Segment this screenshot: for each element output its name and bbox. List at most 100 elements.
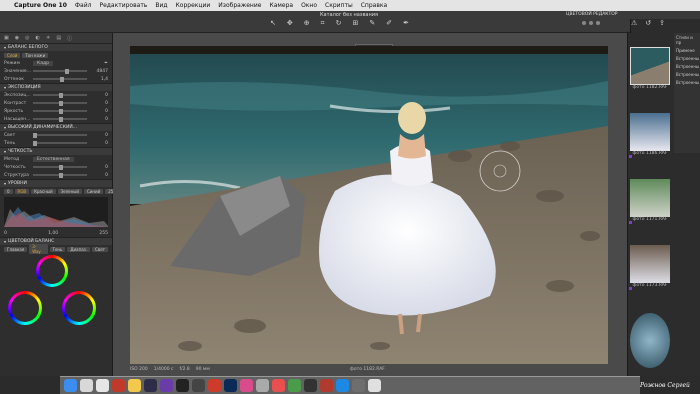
chrome-icon[interactable] bbox=[128, 379, 141, 392]
menu-file[interactable]: Файл bbox=[75, 2, 92, 9]
structure-value[interactable]: 0 bbox=[90, 173, 108, 178]
color-tab-icon[interactable]: ◐ bbox=[35, 35, 39, 41]
styles-applied[interactable]: Примене bbox=[676, 48, 699, 53]
app-icon[interactable] bbox=[208, 379, 221, 392]
styles-builtin-1[interactable]: Встроенны bbox=[676, 56, 699, 61]
brightness-slider[interactable] bbox=[33, 108, 87, 114]
section-hdr[interactable]: ВЫСОКИЙ ДИНАМИЧЕСКИЙ... bbox=[0, 123, 112, 131]
messages-icon[interactable] bbox=[288, 379, 301, 392]
preferences-icon[interactable] bbox=[352, 379, 365, 392]
levels-gamma-value[interactable]: 1,00 bbox=[48, 231, 58, 236]
safari-icon[interactable] bbox=[96, 379, 109, 392]
wb-kelvin-slider[interactable] bbox=[33, 68, 87, 74]
menu-edit[interactable]: Редактировать bbox=[99, 2, 147, 9]
wb-tint-value[interactable]: 1,4 bbox=[90, 77, 108, 82]
meta-tab-icon[interactable]: ⓘ bbox=[67, 35, 72, 42]
wb-tint-slider[interactable] bbox=[33, 76, 87, 82]
color-wheel-shadows[interactable] bbox=[8, 291, 42, 325]
help-icon[interactable] bbox=[256, 379, 269, 392]
keystone-tool-icon[interactable]: ⊞ bbox=[352, 19, 358, 28]
brush-tool-icon[interactable]: ✎ bbox=[369, 19, 375, 28]
menu-view[interactable]: Вид bbox=[155, 2, 167, 9]
menu-help[interactable]: Справка bbox=[361, 2, 387, 9]
contrast-value[interactable]: 0 bbox=[90, 101, 108, 106]
styles-builtin-2[interactable]: Встроенны bbox=[676, 64, 699, 69]
wb-tab-skin[interactable]: Тон кожи bbox=[22, 52, 49, 58]
close-icon[interactable] bbox=[582, 21, 586, 25]
saturation-value[interactable]: 0 bbox=[90, 117, 108, 122]
thumbnail-item[interactable]: фото 1186.RAF bbox=[629, 113, 670, 159]
cb-tab-master[interactable]: Главная bbox=[4, 246, 28, 252]
levels-tab-red[interactable]: Красный bbox=[31, 188, 56, 194]
wb-tab-layer[interactable]: Слой bbox=[4, 52, 21, 58]
main-photo[interactable] bbox=[130, 46, 608, 364]
app-icon[interactable] bbox=[160, 379, 173, 392]
section-levels[interactable]: УРОВНИ bbox=[0, 179, 112, 187]
section-white-balance[interactable]: БАЛАНС БЕЛОГО bbox=[0, 43, 112, 51]
color-wheel-highlights[interactable] bbox=[36, 255, 68, 287]
menu-adjustments[interactable]: Коррекции bbox=[176, 2, 211, 9]
minimize-icon[interactable] bbox=[589, 21, 593, 25]
premiere-icon[interactable] bbox=[144, 379, 157, 392]
levels-tab-green[interactable]: Зеленый bbox=[57, 188, 82, 194]
cb-tab-midtone[interactable]: Диапаз. bbox=[67, 246, 91, 252]
cursor-tool-icon[interactable]: ↖ bbox=[270, 19, 276, 28]
menu-scripts[interactable]: Скрипты bbox=[325, 2, 353, 9]
lens-tab-icon[interactable]: ◎ bbox=[25, 35, 29, 41]
menu-app-name[interactable]: Capture One 10 bbox=[14, 2, 67, 9]
levels-white-value[interactable]: 255 bbox=[99, 231, 108, 236]
app-icon[interactable] bbox=[320, 379, 333, 392]
clarity-method-select[interactable]: Естественная bbox=[33, 156, 74, 162]
trash-icon[interactable] bbox=[368, 379, 381, 392]
camera-tab-icon[interactable]: ▣ bbox=[4, 35, 9, 41]
styles-builtin-4[interactable]: Встроенны bbox=[676, 80, 699, 85]
thumbnail-item[interactable] bbox=[630, 313, 670, 373]
shadow-slider[interactable] bbox=[33, 140, 87, 146]
shadow-value[interactable]: 0 bbox=[90, 141, 108, 146]
details-tab-icon[interactable]: ▤ bbox=[56, 35, 61, 41]
terminal-icon[interactable] bbox=[304, 379, 317, 392]
saturation-slider[interactable] bbox=[33, 116, 87, 122]
brightness-value[interactable]: 0 bbox=[90, 109, 108, 114]
rotate-tool-icon[interactable]: ↻ bbox=[336, 19, 342, 28]
section-color-balance[interactable]: ЦВЕТОВОЙ БАЛАНС bbox=[0, 237, 112, 245]
menu-window[interactable]: Окно bbox=[301, 2, 317, 9]
structure-slider[interactable] bbox=[33, 172, 87, 178]
finder-icon[interactable] bbox=[64, 379, 77, 392]
exposure-value[interactable]: 0 bbox=[90, 93, 108, 98]
photoshop-icon[interactable] bbox=[224, 379, 237, 392]
crop-tool-icon[interactable]: ⌗ bbox=[321, 19, 325, 28]
thumbnail-item[interactable]: фото 1171.RAF bbox=[629, 179, 670, 225]
styles-title[interactable]: Стили и пр bbox=[676, 35, 699, 45]
levels-histogram[interactable] bbox=[4, 197, 108, 227]
wb-kelvin-value[interactable]: 4847 bbox=[90, 69, 108, 74]
skype-icon[interactable] bbox=[336, 379, 349, 392]
picker-tool-icon[interactable]: ✒ bbox=[403, 19, 409, 28]
levels-black-value[interactable]: 0 bbox=[4, 231, 7, 236]
photos-icon[interactable] bbox=[272, 379, 285, 392]
launchpad-icon[interactable] bbox=[80, 379, 93, 392]
menu-image[interactable]: Изображение bbox=[218, 2, 261, 9]
contrast-slider[interactable] bbox=[33, 100, 87, 106]
levels-tab-rgb[interactable]: RGB bbox=[14, 188, 30, 194]
capture-tab-icon[interactable]: ◉ bbox=[15, 35, 19, 41]
clarity-slider[interactable] bbox=[33, 164, 87, 170]
wb-mode-select[interactable]: Кадр bbox=[33, 60, 53, 66]
opera-icon[interactable] bbox=[112, 379, 125, 392]
thumbnail-item[interactable]: фото 1182.RAF bbox=[630, 47, 670, 93]
pan-tool-icon[interactable]: ✥ bbox=[287, 19, 293, 28]
styles-builtin-3[interactable]: Встроенны bbox=[676, 72, 699, 77]
levels-min[interactable]: 0 bbox=[4, 188, 13, 194]
levels-tab-blue[interactable]: Синий bbox=[84, 188, 104, 194]
menu-camera[interactable]: Камера bbox=[269, 2, 293, 9]
color-wheel-midtones[interactable] bbox=[62, 291, 96, 325]
cb-tab-highlight[interactable]: Свет bbox=[92, 246, 108, 252]
highlight-slider[interactable] bbox=[33, 132, 87, 138]
exposure-tab-icon[interactable]: ☀ bbox=[46, 35, 50, 41]
exposure-slider[interactable] bbox=[33, 92, 87, 98]
eyedropper-icon[interactable]: ✒ bbox=[104, 61, 108, 66]
capture-one-icon[interactable] bbox=[192, 379, 205, 392]
zoom-tool-icon[interactable]: ⊕ bbox=[304, 19, 310, 28]
highlight-value[interactable]: 0 bbox=[90, 133, 108, 138]
eraser-tool-icon[interactable]: ✐ bbox=[386, 19, 392, 28]
